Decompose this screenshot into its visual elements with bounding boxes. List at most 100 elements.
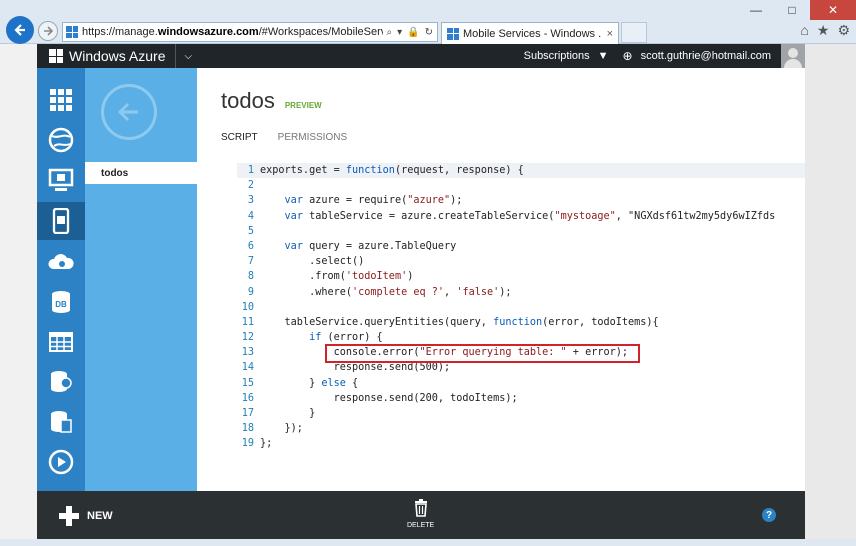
delete-button[interactable]: DELETE [407,499,434,529]
search-icon[interactable]: ⌕ [387,27,393,38]
rail-item-virtual-machines[interactable] [37,160,85,200]
line-number: 17 [241,408,254,419]
line-number: 5 [247,225,254,237]
arrow-right-icon [44,26,54,36]
windows-favicon-icon [66,26,78,38]
line-number: 10 [241,301,254,313]
arrow-left-icon [14,24,25,36]
brand-name: Windows Azure [69,48,166,64]
plus-icon [59,506,79,526]
panel-item-todos[interactable]: todos [85,162,197,184]
code-line: 13 console.error("Error querying table: … [237,345,805,360]
code-line: 9 .where('complete eq ?', 'false'); [237,285,805,300]
rail-item-storage[interactable] [37,322,85,362]
new-tab-button[interactable] [621,22,647,43]
chevron-down-icon[interactable]: ⌵ [176,51,200,62]
database-icon: DB [52,291,70,313]
rail-item-media-services[interactable] [37,442,85,482]
rail-item-all-items[interactable] [37,80,85,120]
browser-tab[interactable]: Mobile Services - Windows ... × [441,22,619,44]
line-number: 7 [247,256,254,268]
rail-item-sql-databases[interactable]: DB [37,282,85,322]
code-line: 6 var query = azure.TableQuery [237,239,805,254]
rail-item-hdinsight[interactable] [37,362,85,402]
line-number: 16 [241,392,254,404]
code-line: 16 response.send(200, todoItems); [237,391,805,406]
tab-script[interactable]: SCRIPT [221,132,258,143]
code-text: }; [260,438,273,450]
code-line: 3 var azure = require("azure"); [237,193,805,208]
subscriptions-link[interactable]: Subscriptions [524,50,590,62]
rail-item-mobile-services[interactable] [37,202,85,240]
database-document-icon [51,411,72,433]
code-line: 15 } else { [237,376,805,391]
favorites-star-icon[interactable]: ★ [817,22,830,39]
preview-badge: PREVIEW [284,101,322,110]
database-sync-icon [51,371,72,392]
windows-favicon-icon [447,27,459,40]
command-bar: NEW DELETE ? [37,491,805,539]
line-number: 2 [247,180,254,192]
line-number: 3 [247,195,254,207]
arrow-left-icon [117,102,138,122]
delete-label: DELETE [407,522,435,529]
windows-azure-logo[interactable]: Windows Azure [37,44,165,68]
code-text: } [260,408,316,419]
code-line: 18 }); [237,421,805,436]
close-window-button[interactable]: ✕ [810,0,856,20]
new-button[interactable]: NEW [59,506,113,526]
filter-icon[interactable]: ▼ [598,50,609,62]
main-content: todos PREVIEW SCRIPT PERMISSIONS 1 export… [197,68,805,491]
grid-icon [50,89,72,111]
svg-text:DB: DB [55,300,67,309]
code-text: var tableService = azure.createTableServ… [284,210,776,222]
address-bar[interactable]: https://manage.windowsazure.com/#Workspa… [62,22,438,42]
code-line: 5 [237,224,805,239]
lock-icon[interactable]: 🔒 [407,27,419,38]
refresh-icon[interactable]: ↻ [425,27,433,38]
code-line: 10 [237,300,805,315]
rail-item-web-sites[interactable] [37,120,85,160]
line-number: 9 [247,286,254,298]
line-number: 19 [241,438,254,450]
tab-permissions[interactable]: PERMISSIONS [278,132,347,143]
line-number: 1 [247,165,254,176]
rail-item-database-docs[interactable] [37,402,85,442]
portal-header: Windows Azure ⌵ Subscriptions ▼ ⊕ scott.… [37,44,805,68]
code-line: 11 tableService.queryEntities(query, fun… [237,315,805,330]
line-number: 18 [241,423,254,435]
tab-title: Mobile Services - Windows ... [463,27,602,40]
globe-web-icon [48,127,74,153]
rail-item-cloud-services[interactable] [37,242,85,282]
help-button[interactable]: ? [762,508,776,522]
code-text: var azure = require("azure"); [284,195,463,207]
back-button[interactable] [6,16,34,44]
line-number: 8 [247,271,254,283]
code-line: 14 response.send(500); [237,360,805,375]
code-text: exports.get = function(request, response… [260,165,524,176]
windows-logo-icon [49,49,63,63]
maximize-button[interactable]: □ [774,0,810,20]
dropdown-icon[interactable]: ▾ [397,27,402,38]
globe-icon[interactable]: ⊕ [623,49,633,63]
code-line: 1 exports.get = function(request, respons… [237,163,805,179]
code-line: 8 .from('todoItem') [237,269,805,284]
home-icon[interactable]: ⌂ [800,22,808,39]
tab-close-icon[interactable]: × [602,28,618,40]
service-rail: DB [37,68,85,491]
account-email[interactable]: scott.guthrie@hotmail.com [641,50,771,62]
content-tabs: SCRIPT PERMISSIONS [221,132,347,143]
line-number: 13 [241,347,254,359]
url-text: https://manage.windowsazure.com/#Workspa… [82,26,383,38]
script-editor[interactable]: 1 exports.get = function(request, respons… [237,163,805,452]
avatar[interactable] [781,44,805,68]
settings-gear-icon[interactable]: ⚙ [837,22,850,39]
minimize-button[interactable]: — [738,0,774,20]
media-play-icon [48,449,74,475]
new-label: NEW [87,510,113,522]
back-circle-button[interactable] [101,84,157,140]
line-number: 12 [241,332,254,344]
code-text: tableService.queryEntities(query, functi… [260,316,659,328]
forward-button[interactable] [38,21,58,41]
code-line: 12 if (error) { [237,330,805,345]
